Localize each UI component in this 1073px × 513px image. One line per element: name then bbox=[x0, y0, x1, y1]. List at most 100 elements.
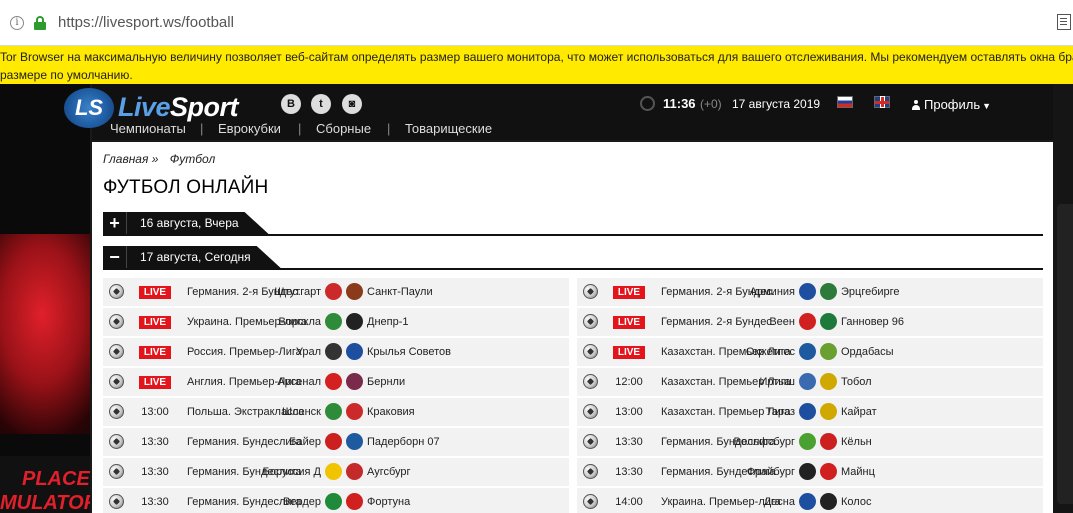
away-team: Аугсбург bbox=[367, 466, 411, 478]
collapse-icon[interactable]: − bbox=[103, 246, 127, 268]
match-time: 13:00 bbox=[615, 406, 643, 418]
football-icon bbox=[109, 374, 124, 389]
match-row[interactable]: LIVE Казахстан. Премьер Лига Окжетпес Ордаб… bbox=[577, 338, 1043, 366]
home-team-emblem-icon bbox=[799, 373, 816, 390]
main-content: Главная » Футбол ФУТБОЛ ОНЛАЙН 16 август… bbox=[92, 142, 1053, 513]
match-row[interactable]: 12:00 Казахстан. Премьер Лига Иртыш Тобол bbox=[577, 368, 1043, 396]
away-team-emblem-icon bbox=[346, 493, 363, 510]
away-team-emblem-icon bbox=[346, 283, 363, 300]
football-icon bbox=[583, 464, 598, 479]
match-row[interactable]: 13:00 Польша. Экстракласса Шленск Краковия bbox=[103, 398, 569, 426]
home-team-emblem-icon bbox=[325, 373, 342, 390]
match-row[interactable]: LIVE Англия. Премьер-Лига Арсенал Бернли bbox=[103, 368, 569, 396]
away-team: Крылья Советов bbox=[367, 346, 452, 358]
day-header-today[interactable]: 17 августа, Сегодня − bbox=[103, 246, 1043, 270]
twitter-icon[interactable]: t bbox=[311, 94, 331, 114]
match-time: 13:30 bbox=[141, 496, 169, 508]
home-team: Урал bbox=[295, 346, 321, 358]
match-row[interactable]: 13:30 Германия. Бундеслига Вердер Фортуна bbox=[103, 488, 569, 513]
live-badge: LIVE bbox=[613, 346, 645, 359]
user-icon bbox=[912, 100, 920, 110]
vk-icon[interactable]: B bbox=[281, 94, 301, 114]
home-team: Штутгарт bbox=[274, 286, 321, 298]
match-row[interactable]: LIVE Германия. 2-я Бундес. Штутгарт Санкт-П… bbox=[103, 278, 569, 306]
address-bar[interactable]: i https://livesport.ws/football bbox=[0, 0, 1073, 46]
match-row[interactable]: LIVE Украина. Премьер-лига Ворскла Днепр-1 bbox=[103, 308, 569, 336]
home-team-emblem-icon bbox=[799, 283, 816, 300]
home-team: Вольфсбург bbox=[733, 436, 795, 448]
lock-icon[interactable] bbox=[34, 16, 46, 30]
match-row[interactable]: 13:30 Германия. Бундеслига Боруссия Д Аугсб… bbox=[103, 458, 569, 486]
football-icon bbox=[109, 464, 124, 479]
ad-text-2: MULATOR bbox=[0, 492, 90, 513]
nav-championships[interactable]: Чемпионаты bbox=[110, 121, 186, 136]
chevron-down-icon: ▼ bbox=[982, 101, 992, 111]
day-tab: 17 августа, Сегодня bbox=[103, 246, 281, 268]
match-time: 13:30 bbox=[615, 466, 643, 478]
url-scheme: https:// bbox=[58, 14, 104, 31]
away-team: Ордабасы bbox=[841, 346, 894, 358]
nav-friendlies[interactable]: Товарищеские bbox=[405, 121, 492, 136]
away-team-emblem-icon bbox=[346, 403, 363, 420]
football-icon bbox=[109, 284, 124, 299]
timezone[interactable]: (+0) bbox=[700, 97, 722, 111]
main-nav: Чемпионаты | Еврокубки | Сборные | Товар… bbox=[110, 121, 493, 136]
day-header-yesterday[interactable]: 16 августа, Вчера + bbox=[103, 212, 1043, 236]
expand-icon[interactable]: + bbox=[103, 212, 127, 234]
nav-eurocups[interactable]: Еврокубки bbox=[218, 121, 281, 136]
football-icon bbox=[109, 404, 124, 419]
match-row[interactable]: 13:00 Казахстан. Премьер Лига Тараз Кайрат bbox=[577, 398, 1043, 426]
away-team: Майнц bbox=[841, 466, 875, 478]
warning-line-2: размере по умолчанию. bbox=[0, 68, 133, 82]
info-icon[interactable]: i bbox=[10, 16, 24, 30]
home-team: Арминия bbox=[749, 286, 795, 298]
russian-flag-icon[interactable] bbox=[837, 96, 853, 108]
home-team: Тараз bbox=[765, 406, 796, 418]
breadcrumb: Главная » Футбол bbox=[103, 152, 223, 166]
away-team-emblem-icon bbox=[820, 313, 837, 330]
match-row[interactable]: 13:30 Германия. Бундеслига Фрайбург Майнц bbox=[577, 458, 1043, 486]
match-row[interactable]: 14:00 Украина. Премьер-лига Десна Колос bbox=[577, 488, 1043, 513]
match-row[interactable]: LIVE Россия. Премьер-Лига Урал Крылья Совет… bbox=[103, 338, 569, 366]
away-team-emblem-icon bbox=[820, 493, 837, 510]
reader-view-icon[interactable] bbox=[1057, 14, 1071, 30]
breadcrumb-home[interactable]: Главная » bbox=[103, 152, 158, 166]
home-team-emblem-icon bbox=[799, 463, 816, 480]
home-team-emblem-icon bbox=[799, 433, 816, 450]
left-ad-banner[interactable]: PLACE MULATOR bbox=[0, 84, 90, 513]
day-tab: 16 августа, Вчера bbox=[103, 212, 269, 234]
home-team: Арсенал bbox=[277, 376, 321, 388]
home-team-emblem-icon bbox=[325, 343, 342, 360]
match-time: 13:30 bbox=[141, 436, 169, 448]
home-team: Вердер bbox=[283, 496, 321, 508]
home-team: Фрайбург bbox=[746, 466, 795, 478]
clock-icon bbox=[640, 96, 655, 111]
current-time: 11:36 bbox=[663, 96, 696, 111]
match-row[interactable]: 13:30 Германия. Бундеслига Байер Падерборн … bbox=[103, 428, 569, 456]
instagram-icon[interactable]: ◙ bbox=[342, 94, 362, 114]
football-icon bbox=[583, 404, 598, 419]
nav-national-teams[interactable]: Сборные bbox=[316, 121, 371, 136]
match-row[interactable]: LIVE Германия. 2-я Бундес. Арминия Эрцгебир… bbox=[577, 278, 1043, 306]
car-image bbox=[0, 234, 90, 434]
profile-menu[interactable]: Профиль ▼ bbox=[912, 97, 991, 112]
current-date: 17 августа 2019 bbox=[732, 97, 821, 111]
away-team: Фортуна bbox=[367, 496, 411, 508]
match-row[interactable]: LIVE Германия. 2-я Бундес. Веен Ганновер 96 bbox=[577, 308, 1043, 336]
url-path: /football bbox=[181, 14, 234, 31]
home-team: Боруссия Д bbox=[262, 466, 321, 478]
right-ad-banner[interactable] bbox=[1053, 84, 1073, 513]
away-team: Кёльн bbox=[841, 436, 872, 448]
home-team-emblem-icon bbox=[799, 313, 816, 330]
away-team-emblem-icon bbox=[346, 463, 363, 480]
profile-label: Профиль bbox=[924, 97, 981, 112]
match-row[interactable]: 13:30 Германия. Бундеслига Вольфсбург Кёльн bbox=[577, 428, 1043, 456]
away-team: Эрцгебирге bbox=[841, 286, 900, 298]
away-team-emblem-icon bbox=[820, 283, 837, 300]
uk-flag-icon[interactable] bbox=[874, 96, 890, 108]
away-team-emblem-icon bbox=[346, 373, 363, 390]
home-team-emblem-icon bbox=[325, 283, 342, 300]
football-icon bbox=[109, 434, 124, 449]
url-text[interactable]: https://livesport.ws/football bbox=[58, 14, 234, 31]
football-icon bbox=[109, 314, 124, 329]
